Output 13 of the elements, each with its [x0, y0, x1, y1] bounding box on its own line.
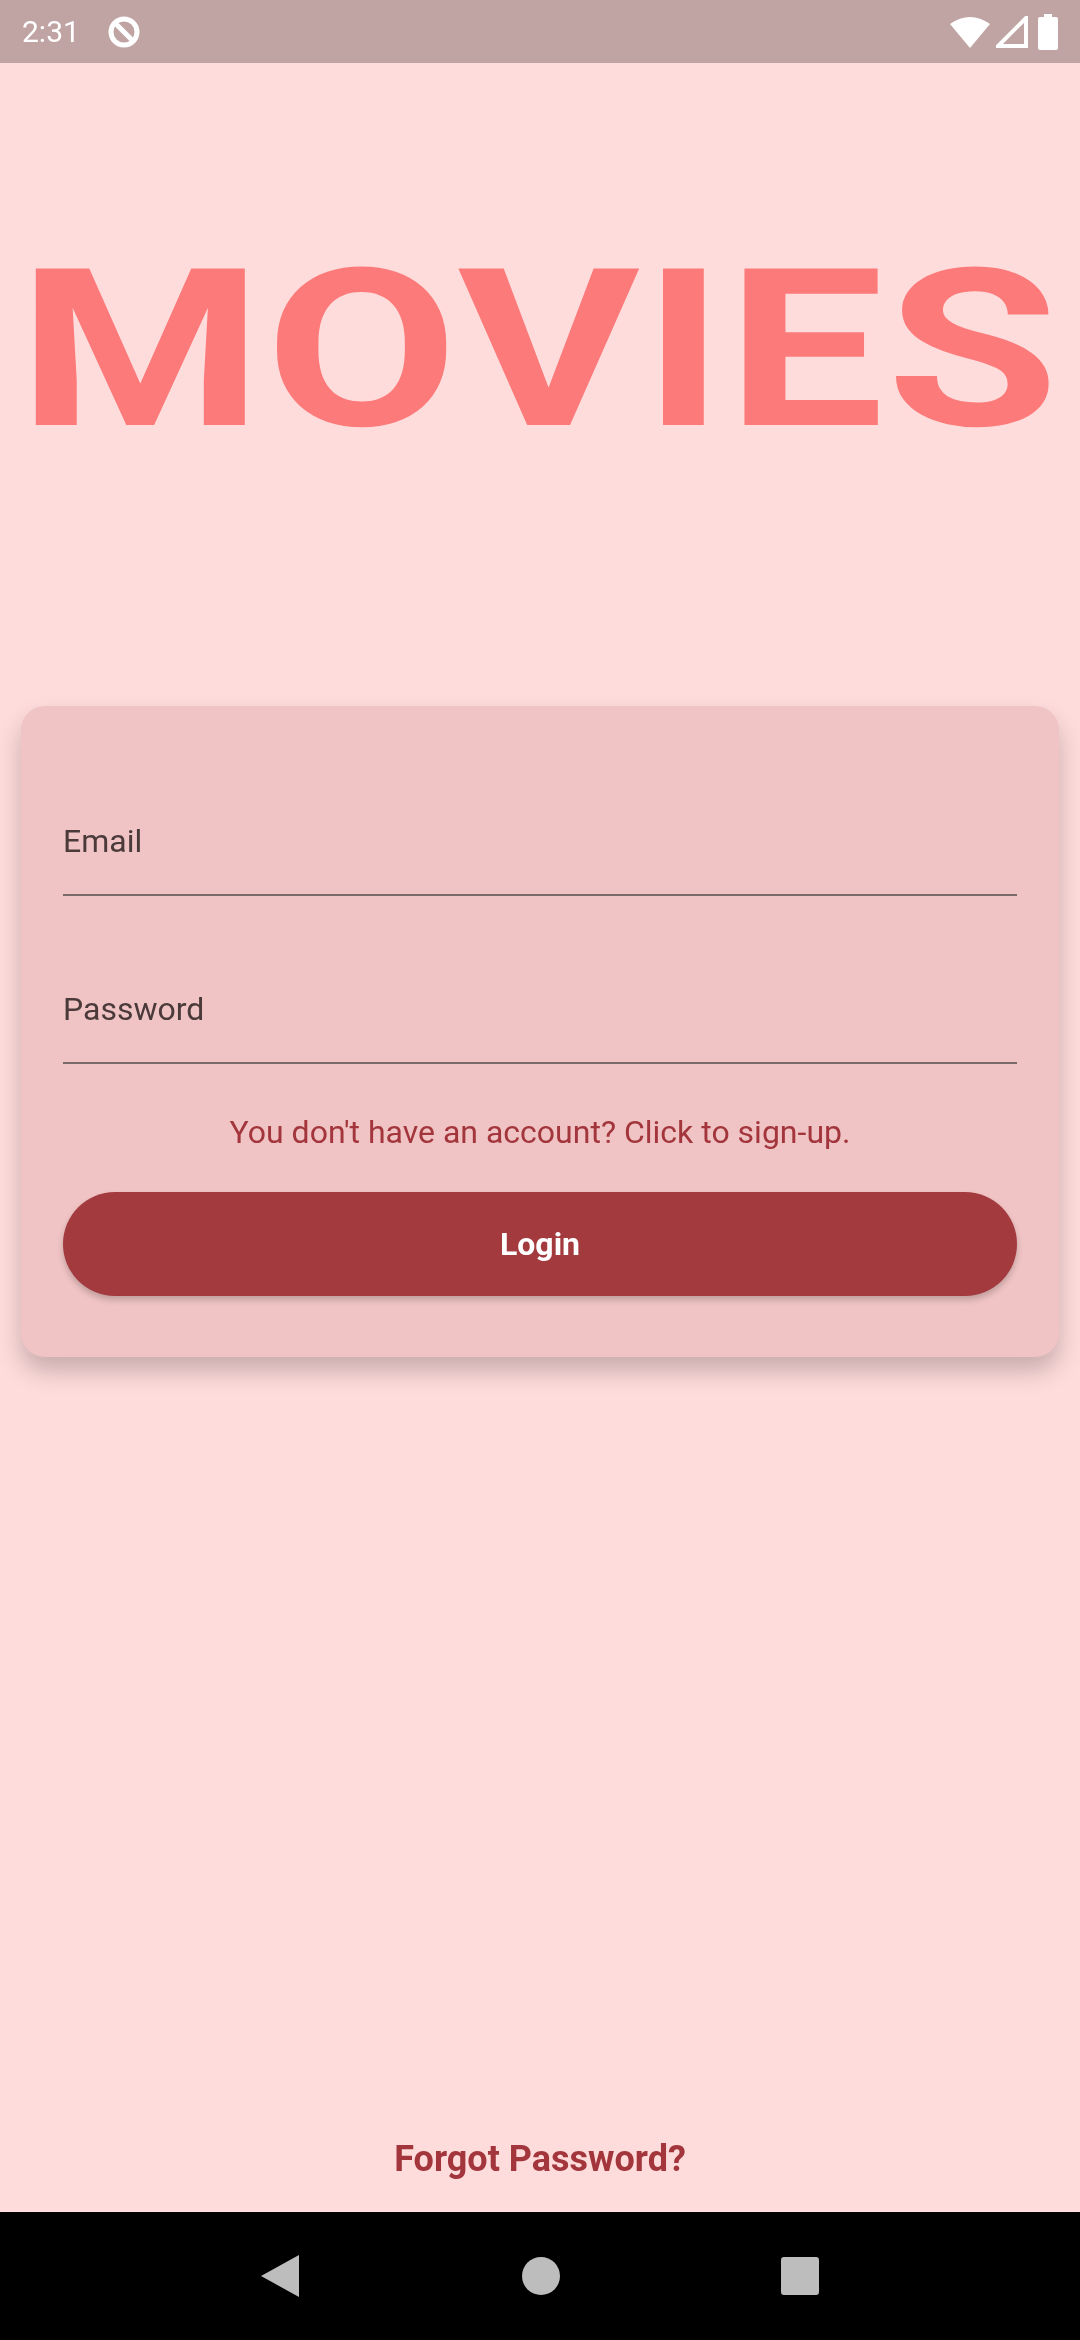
- back-icon[interactable]: [260, 2255, 301, 2297]
- battery-icon: [1038, 13, 1058, 50]
- home-icon[interactable]: [522, 2257, 560, 2295]
- signal-icon: [996, 15, 1028, 48]
- email-field[interactable]: Email: [63, 801, 1017, 896]
- wifi-icon: [950, 15, 990, 48]
- forgot-password-link[interactable]: Forgot Password?: [394, 2132, 686, 2186]
- password-field[interactable]: Password: [63, 969, 1017, 1064]
- recents-icon[interactable]: [781, 2257, 820, 2295]
- signup-link[interactable]: You don't have an account? Click to sign-up.: [229, 1108, 851, 1156]
- login-button[interactable]: Login: [63, 1192, 1017, 1296]
- status-time: 2:31: [22, 13, 80, 51]
- app-logo: MOVIES: [18, 235, 1062, 465]
